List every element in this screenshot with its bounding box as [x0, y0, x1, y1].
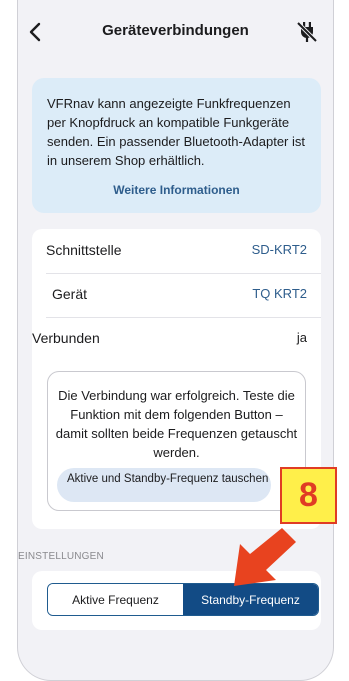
page-title: Geräteverbindungen — [102, 22, 249, 39]
annotation-arrow-icon — [234, 528, 296, 586]
info-box: VFRnav kann angezeigte Funkfrequenzen pe… — [32, 78, 321, 213]
row-value: ja — [296, 330, 307, 345]
plug-disconnect-icon — [296, 21, 318, 43]
row-interface[interactable]: Schnittstelle SD-KRT2 — [32, 229, 321, 273]
swap-frequency-button[interactable]: Aktive und Standby-Frequenz tauschen — [57, 468, 271, 502]
info-text: VFRnav kann angezeigte Funkfrequenzen pe… — [47, 96, 306, 168]
row-device[interactable]: Gerät TQ KRT2 — [32, 273, 321, 317]
row-label: Gerät — [52, 286, 88, 302]
row-value: SD-KRT2 — [251, 242, 307, 257]
row-label: Schnittstelle — [46, 242, 122, 258]
row-label: Verbunden — [32, 330, 100, 346]
disconnect-button[interactable] — [295, 20, 319, 44]
row-connected: Verbunden ja — [32, 317, 321, 361]
navigation-bar: Geräteverbindungen — [18, 0, 333, 62]
segment-active-frequency[interactable]: Aktive Frequenz — [48, 584, 183, 615]
row-value: TQ KRT2 — [252, 286, 307, 301]
connection-card: Schnittstelle SD-KRT2 Gerät TQ KRT2 Verb… — [32, 229, 321, 529]
section-header: EINSTELLUNGEN — [18, 551, 104, 562]
step-badge: 8 — [280, 467, 337, 524]
more-info-link[interactable]: Weitere Informationen — [47, 183, 306, 197]
success-box: Die Verbindung war erfolgreich. Teste di… — [47, 371, 306, 511]
success-text: Die Verbindung war erfolgreich. Teste di… — [55, 388, 298, 460]
